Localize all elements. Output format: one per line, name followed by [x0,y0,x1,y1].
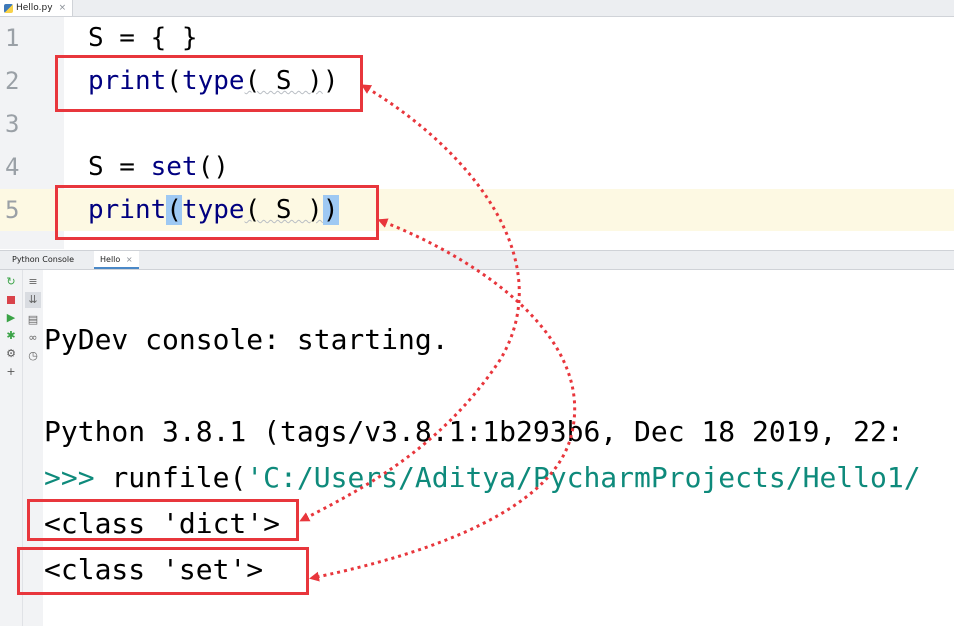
console-line-starting: PyDev console: starting. [44,323,449,356]
show-variables-icon[interactable]: ∞ [25,330,41,346]
code-line-4: 4 S = set() [0,146,954,188]
annotation-box-line-5 [55,185,379,240]
code-text: S = { } [88,23,198,53]
tab-label: Python Console [12,255,75,264]
line-number: 4 [5,153,20,181]
console-tab-bar: Python Console Hello × [0,250,954,270]
runfile-call: runfile( [111,461,247,494]
add-icon[interactable]: + [3,364,19,380]
tab-hello-py[interactable]: Hello.py × [0,0,74,16]
close-icon[interactable]: × [126,255,133,264]
console-line-runfile: >>> runfile('C:/Users/Aditya/PycharmProj… [44,458,921,498]
debug-icon[interactable]: ✱ [3,328,19,344]
scroll-to-end-icon[interactable]: ⇊ [25,292,41,308]
assign-prefix: S = [88,152,151,182]
run-icon[interactable]: ▶ [3,310,19,326]
builtin-set: set [150,152,198,182]
tab-label: Hello [100,255,121,264]
soft-wrap-icon[interactable]: ≡ [25,274,41,290]
console-prompt: >>> [44,461,112,494]
code-text: S = set() [88,146,229,188]
editor-tab-bar: Hello.py × [0,0,954,17]
runfile-path: 'C:/Users/Aditya/PycharmProjects/Hello1/ [246,461,921,494]
close-icon[interactable]: × [59,3,67,13]
annotation-box-dict-output [27,499,299,541]
stop-icon[interactable] [3,292,19,308]
tab-hello[interactable]: Hello × [94,251,139,269]
python-file-icon [4,3,13,13]
print-icon[interactable]: ▤ [25,312,41,328]
annotation-box-line-2 [55,55,363,112]
settings-icon[interactable]: ⚙ [3,346,19,362]
console-line-version: Python 3.8.1 (tags/v3.8.1:1b293b6, Dec 1… [44,415,904,448]
tab-python-console[interactable]: Python Console [6,251,80,269]
history-icon[interactable]: ◷ [25,348,41,364]
code-line-1: 1 S = { } [0,17,954,59]
rerun-icon[interactable]: ↻ [3,274,19,290]
annotation-box-set-output [17,547,309,595]
line-number: 1 [5,24,20,52]
tab-label: Hello.py [16,3,53,13]
call-suffix: () [197,152,229,182]
